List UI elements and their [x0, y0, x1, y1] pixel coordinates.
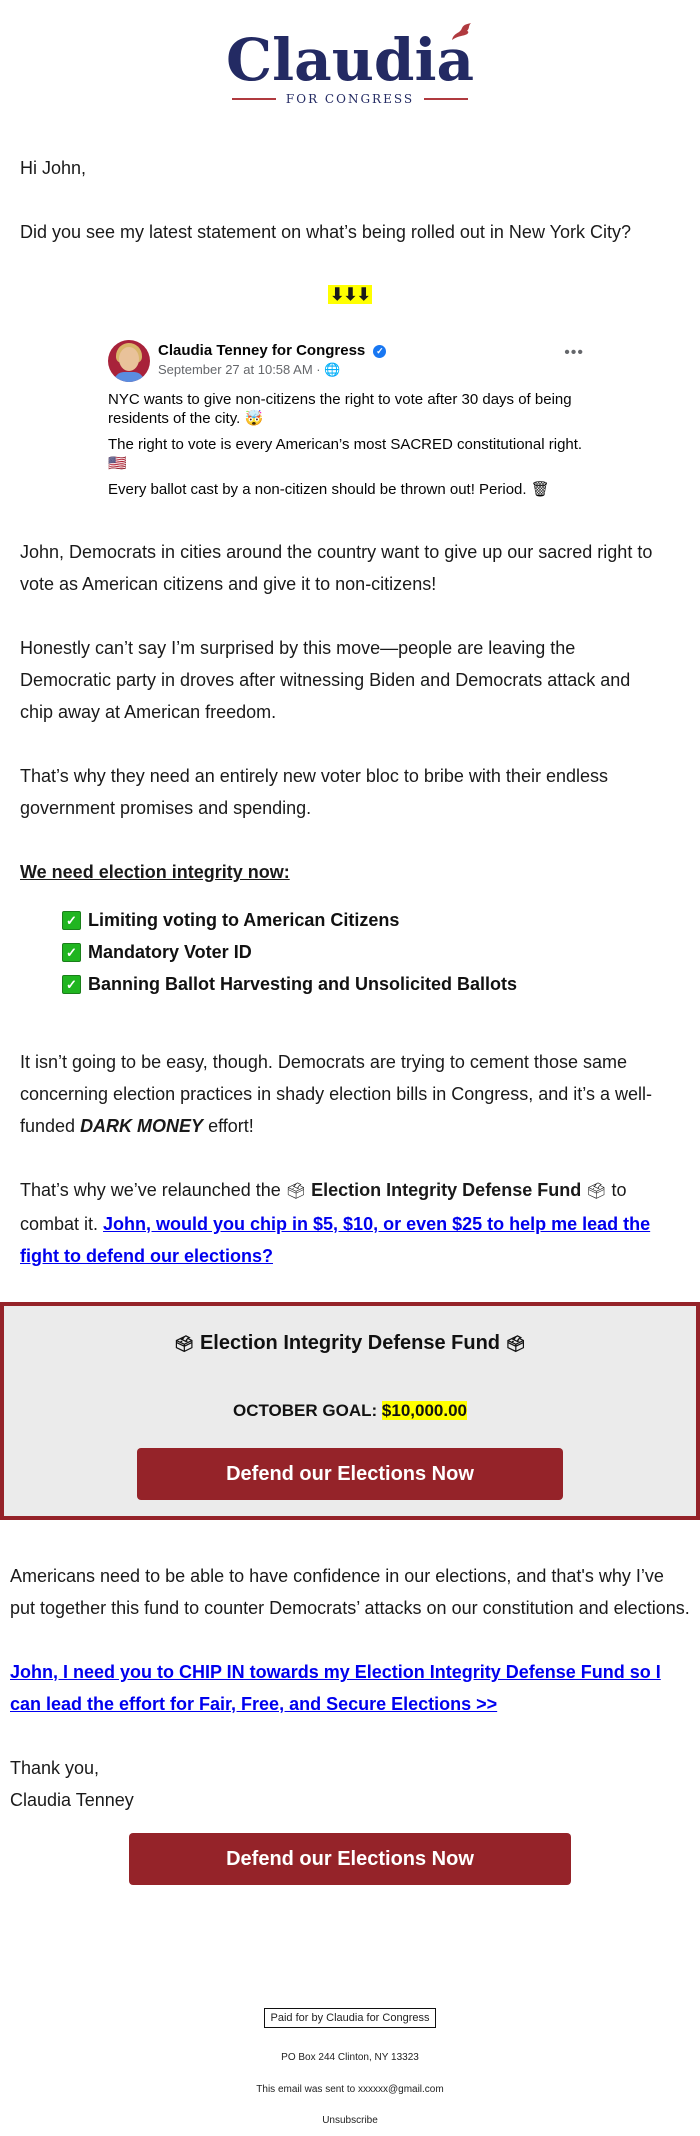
goal-value: $10,000.00 — [381, 1401, 467, 1420]
body-paragraph-1: John, Democrats in cities around the cou… — [20, 542, 653, 594]
fund-goal: OCTOBER GOAL: $10,000.00 — [4, 1401, 696, 1421]
p5-text: That’s why we’ve relaunched the — [20, 1180, 286, 1200]
fund-title-text: Election Integrity Defense Fund — [199, 1332, 501, 1354]
signature: Claudia Tenney — [10, 1790, 134, 1810]
checklist-item: ✓ Banning Ballot Harvesting and Unsolici… — [62, 968, 517, 1000]
dark-money-emphasis: DARK MONEY — [80, 1116, 204, 1136]
checklist-item: ✓ Mandatory Voter ID — [62, 936, 517, 968]
unsubscribe-link[interactable]: Unsubscribe — [0, 2115, 700, 2126]
closing-paragraph: Americans need to be able to have confid… — [10, 1566, 690, 1618]
footer-sent-to: This email was sent to xxxxxx@gmail.com — [256, 2084, 444, 2095]
footer-address: PO Box 244 Clinton, NY 13323 — [281, 2052, 419, 2063]
campaign-logo: Claudia FOR CONGRESS — [0, 23, 700, 106]
post-paragraph: Every ballot cast by a non-citizen shoul… — [108, 481, 550, 498]
p4-text-end: effort! — [203, 1116, 254, 1136]
checklist-item-label: Limiting voting to American Citizens — [88, 909, 400, 930]
checklist-item: ✓ Limiting voting to American Citizens — [62, 904, 517, 936]
chip-in-fund-link[interactable]: John, I need you to CHIP IN towards my E… — [10, 1662, 661, 1714]
body-paragraph-2: Honestly can’t say I’m surprised by this… — [20, 638, 631, 722]
fund-name: Election Integrity Defense Fund — [311, 1180, 582, 1200]
post-author-name: Claudia Tenney for Congress — [158, 342, 366, 359]
fund-box: 🗳 Election Integrity Defense Fund 🗳 OCTO… — [0, 1302, 700, 1520]
chip-in-link[interactable]: John, would you chip in $5, $10, or even… — [20, 1214, 650, 1266]
checklist-item-label: Mandatory Voter ID — [88, 941, 252, 962]
logo-name-text: Claudia — [225, 26, 475, 94]
intro-text: Did you see my latest statement on what’… — [20, 222, 631, 242]
goal-label: OCTOBER GOAL: — [232, 1401, 382, 1420]
body-paragraph-3: That’s why they need an entirely new vot… — [20, 766, 608, 818]
avatar — [108, 340, 150, 382]
greeting: Hi John, — [20, 158, 87, 178]
section-heading: We need election integrity now: — [20, 862, 290, 882]
post-body: NYC wants to give non-citizens the right… — [108, 390, 588, 506]
ballot-box-icon: 🗳 — [586, 1183, 607, 1200]
paid-for-text: Paid for by Claudia for Congress — [263, 2008, 437, 2028]
fund-title: 🗳 Election Integrity Defense Fund 🗳 — [4, 1332, 696, 1355]
logo-subtitle-row: FOR CONGRESS — [0, 92, 700, 106]
logo-wordmark: Claudia — [225, 23, 475, 94]
body-paragraph-5: That’s why we’ve relaunched the 🗳 Electi… — [20, 1174, 660, 1272]
defend-elections-button-bottom[interactable]: Defend our Elections Now — [129, 1833, 571, 1885]
logo-divider-left — [231, 98, 276, 100]
checkmark-icon: ✓ — [62, 942, 81, 962]
thanks-text: Thank you, — [10, 1758, 100, 1778]
post-author: Claudia Tenney for Congress ✓ — [158, 342, 387, 359]
checkmark-icon: ✓ — [62, 974, 81, 994]
ballot-box-icon: 🗳 — [285, 1183, 307, 1200]
checklist: ✓ Limiting voting to American Citizens ✓… — [62, 904, 517, 1000]
post-timestamp: September 27 at 10:58 AM · 🌐 — [158, 362, 341, 377]
verified-badge-icon: ✓ — [373, 345, 387, 358]
body-paragraph-4: It isn’t going to be easy, though. Democ… — [20, 1046, 660, 1142]
arrows-row: ⬇⬇⬇ — [0, 285, 700, 305]
ballot-box-icon: 🗳 — [174, 1336, 195, 1353]
down-arrows-icon: ⬇⬇⬇ — [328, 285, 372, 304]
more-options-icon: ••• — [564, 344, 584, 361]
defend-elections-button[interactable]: Defend our Elections Now — [137, 1448, 563, 1500]
post-paragraph: NYC wants to give non-citizens the right… — [108, 391, 572, 427]
logo-divider-right — [424, 98, 469, 100]
checklist-item-label: Banning Ballot Harvesting and Unsolicite… — [88, 973, 518, 994]
paid-for-notice: Paid for by Claudia for Congress — [0, 2008, 700, 2028]
post-paragraph: The right to vote is every American’s mo… — [108, 436, 583, 472]
closing-link-wrap: John, I need you to CHIP IN towards my E… — [10, 1656, 690, 1720]
checkmark-icon: ✓ — [62, 910, 81, 930]
ballot-box-icon: 🗳 — [505, 1336, 526, 1353]
logo-subtitle: FOR CONGRESS — [285, 92, 415, 106]
flame-icon — [452, 23, 472, 40]
